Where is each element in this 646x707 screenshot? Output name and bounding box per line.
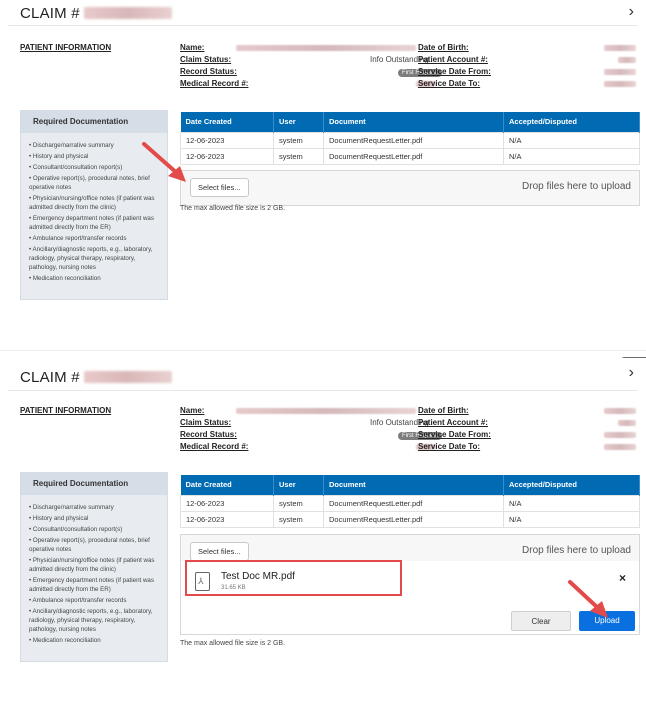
title-divider [8,25,638,26]
cell-user: system [273,494,324,512]
documentation-list: Discharge/narrative summary History and … [21,495,167,645]
column-date-created[interactable]: Date Created [180,475,274,495]
cell-document[interactable]: DocumentRequestLetter.pdf [323,147,504,165]
column-user[interactable]: User [273,475,324,495]
list-item: Ambulance report/transfer records [29,596,163,605]
cell-status: N/A [503,494,640,512]
list-item: Physician/nursing/office notes (if patie… [29,194,163,212]
close-icon[interactable]: › [629,3,634,21]
select-files-button[interactable]: Select files... [190,542,249,561]
panel-divider [0,350,646,351]
documents-table: Date Created User Document Accepted/Disp… [180,475,640,528]
cell-date: 12-06-2023 [180,510,274,528]
drop-files-hint: Drop files here to upload [522,545,631,556]
list-item: Ancillary/diagnostic reports, e.g., labo… [29,245,163,272]
cell-status: N/A [503,131,640,149]
cell-document[interactable]: DocumentRequestLetter.pdf [323,510,504,528]
cell-date: 12-06-2023 [180,147,274,165]
redacted-claim-number [83,7,172,19]
list-item: Medication reconciliation [29,274,163,283]
redacted-account [618,420,636,426]
cell-date: 12-06-2023 [180,494,274,512]
max-size-note: The max allowed file size is 2 GB. [180,640,286,647]
list-item: Discharge/narrative summary [29,503,163,512]
documents-table: Date Created User Document Accepted/Disp… [180,112,640,165]
max-size-note: The max allowed file size is 2 GB. [180,205,286,212]
redacted-service-from [604,69,636,75]
file-highlight-box [185,560,402,596]
list-item: Operative report(s), procedural notes, b… [29,536,163,554]
redacted-service-from [604,432,636,438]
redacted-name [236,408,416,414]
remove-file-icon[interactable]: × [619,571,626,585]
table-row: 12-06-2023 system DocumentRequestLetter.… [180,494,640,512]
cell-user: system [273,510,324,528]
required-documentation: Required Documentation Discharge/narrati… [20,110,168,300]
list-item: Emergency department notes (if patient w… [29,576,163,594]
drop-files-hint: Drop files here to upload [522,181,631,192]
annotation-arrow [142,142,186,182]
clear-button[interactable]: Clear [511,611,571,631]
cell-user: system [273,131,324,149]
claim-title: CLAIM # [20,369,172,386]
list-item: Medication reconciliation [29,636,163,645]
cell-status: N/A [503,510,640,528]
list-item: Physician/nursing/office notes (if patie… [29,556,163,574]
redacted-dob [604,408,636,414]
column-user[interactable]: User [273,112,324,132]
list-item: Ambulance report/transfer records [29,234,163,243]
cell-document[interactable]: DocumentRequestLetter.pdf [323,494,504,512]
redacted-claim-number [83,371,172,383]
list-item: Ancillary/diagnostic reports, e.g., labo… [29,607,163,634]
list-item: Consultant/consultation report(s) [29,525,163,534]
redacted-service-to [604,444,636,450]
cell-date: 12-06-2023 [180,131,274,149]
close-icon[interactable]: › [629,364,634,382]
upload-dropzone[interactable]: Select files... Drop files here to uploa… [180,170,640,206]
redacted-name [236,45,416,51]
required-documentation: Required Documentation Discharge/narrati… [20,472,168,662]
cell-user: system [273,147,324,165]
column-document[interactable]: Document [323,112,504,132]
column-accepted-disputed[interactable]: Accepted/Disputed [503,112,640,132]
cell-document[interactable]: DocumentRequestLetter.pdf [323,131,504,149]
required-documentation-header: Required Documentation [21,473,167,495]
redacted-account [618,57,636,63]
claim-panel-file-selected: CLAIM # › PATIENT INFORMATION Name: Clai… [0,358,646,703]
table-row: 12-06-2023 system DocumentRequestLetter.… [180,147,640,165]
required-documentation-header: Required Documentation [21,111,167,133]
list-item: Emergency department notes (if patient w… [29,214,163,232]
patient-information-heading: PATIENT INFORMATION [20,406,112,415]
column-accepted-disputed[interactable]: Accepted/Disputed [503,475,640,495]
select-files-button[interactable]: Select files... [190,178,249,197]
table-row: 12-06-2023 system DocumentRequestLetter.… [180,510,640,528]
column-document[interactable]: Document [323,475,504,495]
claim-panel-initial: CLAIM # › PATIENT INFORMATION Name: Clai… [0,0,646,345]
claim-title: CLAIM # [20,5,172,22]
table-row: 12-06-2023 system DocumentRequestLetter.… [180,131,640,149]
title-divider [8,390,638,391]
list-item: History and physical [29,514,163,523]
cell-status: N/A [503,147,640,165]
redacted-service-to [604,81,636,87]
column-date-created[interactable]: Date Created [180,112,274,132]
redacted-dob [604,45,636,51]
patient-information-heading: PATIENT INFORMATION [20,43,112,52]
annotation-arrow [568,580,608,618]
